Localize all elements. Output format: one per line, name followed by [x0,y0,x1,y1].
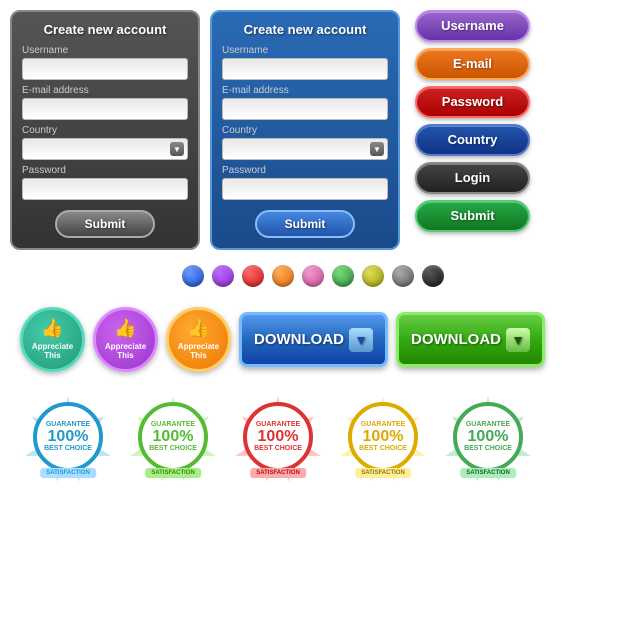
guarantee-badge-blue: GUARANTEE 100% BEST CHOICE SATISFACTION [18,392,118,482]
guarantee-text-bottom-blue: BEST CHOICE [44,445,92,453]
guarantee-row: GUARANTEE 100% BEST CHOICE SATISFACTION … [10,387,616,487]
password-pill-button[interactable]: Password [415,86,530,118]
guarantee-badge-gold: GUARANTEE 100% BEST CHOICE SATISFACTION [333,392,433,482]
appreciate-label-teal: AppreciateThis [32,342,73,361]
thumbs-up-icon-purple: 👍 [114,318,136,340]
dot-purple[interactable] [212,265,234,287]
email-label-dark: E-mail address [22,85,188,96]
login-pill-button[interactable]: Login [415,162,530,194]
dark-form: Create new account Username E-mail addre… [10,10,200,250]
appreciate-label-orange: AppreciateThis [178,342,219,361]
appreciate-badge-purple[interactable]: 👍 AppreciateThis [93,307,158,372]
guarantee-circle-teal-green: GUARANTEE 100% BEST CHOICE [453,402,523,472]
thumbs-up-icon-teal: 👍 [41,318,63,340]
guarantee-text-bottom-gold: BEST CHOICE [359,445,407,453]
blue-form-title: Create new account [222,22,388,37]
submit-button-blue[interactable]: Submit [255,210,355,238]
dot-yellow[interactable] [362,265,384,287]
download-arrow-icon-blue: ▼ [349,328,373,352]
guarantee-badge-red: GUARANTEE 100% BEST CHOICE SATISFACTION [228,392,328,482]
dot-black[interactable] [422,265,444,287]
password-label-blue: Password [222,165,388,176]
guarantee-percent-blue: 100% [48,429,89,445]
guarantee-text-bottom-teal-green: BEST CHOICE [464,445,512,453]
username-input-blue[interactable] [222,58,388,80]
dot-red[interactable] [242,265,264,287]
dot-pink[interactable] [302,265,324,287]
guarantee-badge-green: GUARANTEE 100% BEST CHOICE SATISFACTION [123,392,223,482]
appreciate-badge-orange[interactable]: 👍 AppreciateThis [166,307,231,372]
password-label-dark: Password [22,165,188,176]
dark-form-title: Create new account [22,22,188,37]
password-input-dark[interactable] [22,178,188,200]
guarantee-ribbon-green: SATISFACTION [145,468,201,478]
email-input-blue[interactable] [222,98,388,120]
appreciate-label-purple: AppreciateThis [105,342,146,361]
color-dots-row [10,260,616,292]
blue-form: Create new account Username E-mail addre… [210,10,400,250]
download-button-green[interactable]: DOWNLOAD ▼ [396,312,545,367]
country-label-dark: Country [22,125,188,136]
username-label-dark: Username [22,45,188,56]
email-label-blue: E-mail address [222,85,388,96]
thumbs-up-icon-orange: 👍 [187,318,209,340]
guarantee-ribbon-gold: SATISFACTION [355,468,411,478]
dot-orange[interactable] [272,265,294,287]
guarantee-circle-gold: GUARANTEE 100% BEST CHOICE [348,402,418,472]
guarantee-percent-gold: 100% [363,429,404,445]
email-input-dark[interactable] [22,98,188,120]
download-label-green: DOWNLOAD [411,331,501,348]
submit-button-dark[interactable]: Submit [55,210,155,238]
guarantee-badge-teal-green: GUARANTEE 100% BEST CHOICE SATISFACTION [438,392,538,482]
country-label-blue: Country [222,125,388,136]
password-input-blue[interactable] [222,178,388,200]
dot-green[interactable] [332,265,354,287]
badges-row: 👍 AppreciateThis 👍 AppreciateThis 👍 Appr… [10,302,616,377]
guarantee-circle-green: GUARANTEE 100% BEST CHOICE [138,402,208,472]
guarantee-ribbon-red: SATISFACTION [250,468,306,478]
guarantee-circle-blue: GUARANTEE 100% BEST CHOICE [33,402,103,472]
side-buttons-panel: Username E-mail Password Country Login S… [415,10,530,232]
email-pill-button[interactable]: E-mail [415,48,530,80]
download-label-blue: DOWNLOAD [254,331,344,348]
country-pill-button[interactable]: Country [415,124,530,156]
guarantee-percent-teal-green: 100% [468,429,509,445]
dot-gray[interactable] [392,265,414,287]
username-label-blue: Username [222,45,388,56]
guarantee-text-bottom-green: BEST CHOICE [149,445,197,453]
guarantee-circle-red: GUARANTEE 100% BEST CHOICE [243,402,313,472]
dot-blue[interactable] [182,265,204,287]
guarantee-percent-green: 100% [153,429,194,445]
download-arrow-icon-green: ▼ [506,328,530,352]
submit-pill-button[interactable]: Submit [415,200,530,232]
guarantee-ribbon-blue: SATISFACTION [40,468,96,478]
username-pill-button[interactable]: Username [415,10,530,42]
country-select-dark[interactable] [22,138,188,160]
username-input-dark[interactable] [22,58,188,80]
guarantee-ribbon-teal-green: SATISFACTION [460,468,516,478]
download-button-blue[interactable]: DOWNLOAD ▼ [239,312,388,367]
appreciate-badge-teal[interactable]: 👍 AppreciateThis [20,307,85,372]
guarantee-text-bottom-red: BEST CHOICE [254,445,302,453]
guarantee-percent-red: 100% [258,429,299,445]
country-select-blue[interactable] [222,138,388,160]
